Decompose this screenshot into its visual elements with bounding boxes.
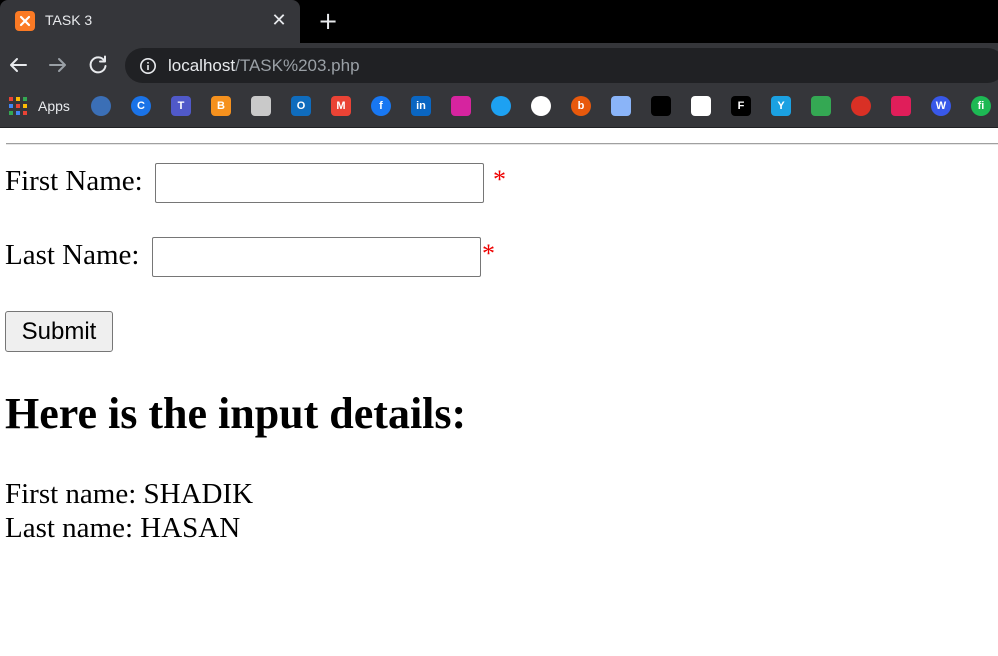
bookmark-linkedin-icon[interactable]: in bbox=[411, 96, 431, 116]
bookmark-c-icon[interactable]: C bbox=[131, 96, 151, 116]
reload-icon[interactable] bbox=[86, 53, 110, 77]
last-name-input[interactable] bbox=[152, 237, 481, 277]
tab-strip: TASK 3 ✕ + bbox=[0, 0, 998, 43]
xampp-favicon-icon bbox=[15, 11, 35, 31]
bookmark-facebook-icon[interactable]: f bbox=[371, 96, 391, 116]
last-name-label: Last Name: bbox=[5, 239, 140, 271]
browser-toolbar: localhost/TASK%203.php bbox=[0, 43, 998, 88]
apps-grid-icon bbox=[9, 97, 27, 115]
first-name-required-marker: * bbox=[493, 165, 506, 194]
bookmark-image-icon[interactable] bbox=[251, 96, 271, 116]
url-path: /TASK%203.php bbox=[235, 56, 360, 75]
apps-shortcut[interactable]: Apps bbox=[9, 97, 70, 115]
bookmark-dots-icon[interactable] bbox=[891, 96, 911, 116]
bookmark-f-icon[interactable]: F bbox=[731, 96, 751, 116]
tab-title: TASK 3 bbox=[45, 12, 93, 28]
bookmark-shield-icon[interactable] bbox=[91, 96, 111, 116]
bookmark-menu-icon[interactable] bbox=[651, 96, 671, 116]
bookmark-b-icon[interactable]: b bbox=[571, 96, 591, 116]
bookmark-gmail-icon[interactable]: M bbox=[331, 96, 351, 116]
first-name-label: First Name: bbox=[5, 165, 143, 197]
bookmark-outlook-icon[interactable]: O bbox=[291, 96, 311, 116]
first-name-result: First name: SHADIK bbox=[5, 478, 254, 510]
address-bar[interactable]: localhost/TASK%203.php bbox=[125, 48, 998, 83]
submit-button[interactable]: Submit bbox=[5, 311, 113, 352]
bookmark-github-icon[interactable] bbox=[531, 96, 551, 116]
bookmark-wordpress-icon[interactable]: W bbox=[931, 96, 951, 116]
bookmark-fi-icon[interactable]: fi bbox=[971, 96, 991, 116]
tab-task3[interactable]: TASK 3 ✕ bbox=[0, 0, 300, 43]
bookmark-shapes-icon[interactable] bbox=[611, 96, 631, 116]
bookmark-green-circle-icon[interactable] bbox=[691, 96, 711, 116]
last-name-required-marker: * bbox=[482, 239, 495, 268]
tab-close-icon[interactable]: ✕ bbox=[268, 10, 290, 32]
horizontal-rule bbox=[6, 143, 998, 145]
forward-icon[interactable] bbox=[46, 53, 70, 77]
bookmark-ring-icon[interactable] bbox=[851, 96, 871, 116]
results-heading: Here is the input details: bbox=[5, 389, 467, 438]
first-name-input[interactable] bbox=[155, 163, 484, 203]
site-info-icon[interactable] bbox=[139, 57, 157, 75]
bookmark-teams-icon[interactable]: T bbox=[171, 96, 191, 116]
bookmark-drive-icon[interactable] bbox=[811, 96, 831, 116]
url-text[interactable]: localhost/TASK%203.php bbox=[168, 56, 360, 76]
bookmark-y-icon[interactable]: Y bbox=[771, 96, 791, 116]
back-icon[interactable] bbox=[6, 53, 30, 77]
bookmark-blogger-icon[interactable]: B bbox=[211, 96, 231, 116]
new-tab-icon[interactable]: + bbox=[315, 9, 341, 35]
page-content: First Name: * Last Name: * Submit Here i… bbox=[0, 129, 998, 656]
bookmarks-bar: Apps C T B O Mf in b F Y Wfi bbox=[0, 88, 998, 128]
bookmark-instagram-icon[interactable] bbox=[451, 96, 471, 116]
bookmark-twitter-icon[interactable] bbox=[491, 96, 511, 116]
last-name-result: Last name: HASAN bbox=[5, 512, 241, 544]
apps-label: Apps bbox=[38, 98, 70, 114]
url-host: localhost bbox=[168, 56, 236, 75]
